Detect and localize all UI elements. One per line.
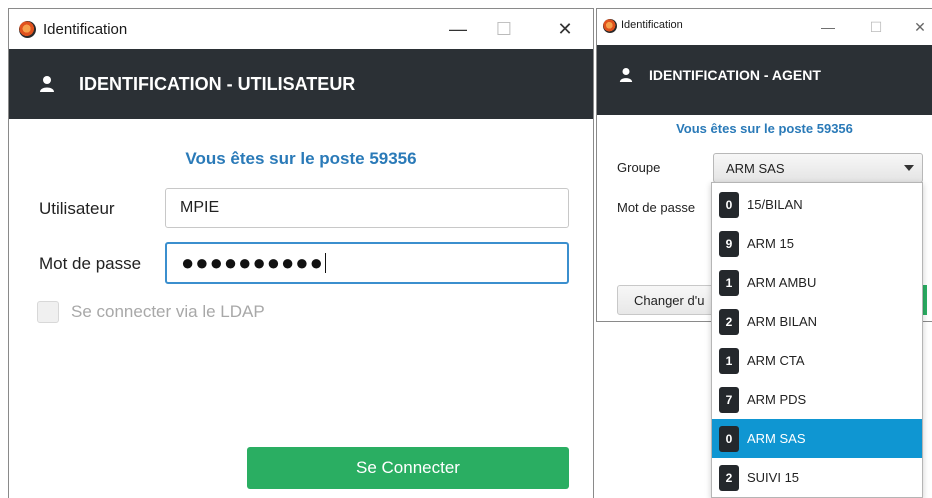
user-input-value: MPIE: [180, 199, 220, 216]
option-label: ARM CTA: [747, 353, 805, 368]
poste-info: Vous êtes sur le poste 59356: [185, 149, 417, 168]
dropdown-option-selected[interactable]: 0 ARM SAS: [712, 419, 922, 458]
header-title: IDENTIFICATION - UTILISATEUR: [79, 74, 356, 94]
ldap-checkbox[interactable]: [37, 301, 59, 323]
count-badge: 7: [719, 386, 739, 413]
app-logo-icon: [19, 21, 36, 38]
dropdown-option[interactable]: 1 ARM AMBU: [712, 263, 922, 302]
user-icon: [619, 68, 633, 82]
password-input[interactable]: ●●●●●●●●●●: [165, 242, 569, 284]
password-input-value: ●●●●●●●●●●: [181, 250, 324, 275]
maximize-button[interactable]: ☐: [859, 13, 893, 41]
title-bar: Identification — ☐ ✕: [9, 9, 593, 49]
header-bar: IDENTIFICATION - AGENT: [597, 45, 932, 115]
header-title: IDENTIFICATION - AGENT: [649, 67, 821, 83]
dropdown-option[interactable]: 2 ARM BILAN: [712, 302, 922, 341]
group-dropdown-list: 0 15/BILAN 9 ARM 15 1 ARM AMBU 2 ARM BIL…: [711, 182, 923, 498]
dropdown-option[interactable]: 2 SUIVI 15: [712, 458, 922, 497]
app-logo-icon: [603, 19, 617, 33]
user-icon: [40, 76, 54, 92]
user-input[interactable]: MPIE: [165, 188, 569, 228]
count-badge: 9: [719, 230, 739, 257]
window-title: Identification: [621, 19, 683, 31]
count-badge: 2: [719, 464, 739, 491]
option-label: SUIVI 15: [747, 470, 800, 485]
password-label: Mot de passe: [617, 200, 696, 215]
option-label: ARM PDS: [747, 392, 807, 407]
poste-info: Vous êtes sur le poste 59356: [676, 121, 853, 136]
close-button[interactable]: ✕: [542, 13, 588, 45]
password-label: Mot de passe: [39, 254, 142, 273]
option-label: ARM SAS: [747, 431, 806, 446]
connect-button[interactable]: Se Connecter: [247, 447, 569, 489]
dropdown-option[interactable]: 1 ARM CTA: [712, 341, 922, 380]
option-label: ARM AMBU: [747, 275, 817, 290]
count-badge: 0: [719, 191, 739, 218]
user-login-window: Identification — ☐ ✕ IDENTIFICATION - UT…: [8, 8, 594, 498]
count-badge: 2: [719, 308, 739, 335]
group-label: Groupe: [617, 160, 661, 175]
count-badge: 1: [719, 347, 739, 374]
dropdown-option[interactable]: 0 15/BILAN: [712, 185, 922, 224]
count-badge: 0: [719, 425, 739, 452]
option-label: ARM 15: [747, 236, 794, 251]
ldap-label: Se connecter via le LDAP: [71, 302, 265, 321]
dropdown-option[interactable]: 9 ARM 15: [712, 224, 922, 263]
minimize-button[interactable]: —: [435, 13, 481, 45]
option-label: ARM BILAN: [747, 314, 818, 329]
option-label: 15/BILAN: [747, 197, 803, 212]
dropdown-option[interactable]: 7 ARM PDS: [712, 380, 922, 419]
text-caret: [324, 253, 326, 273]
header-bar: IDENTIFICATION - UTILISATEUR: [9, 49, 593, 119]
title-bar: Identification — ☐ ✕: [597, 9, 932, 45]
window-title: Identification: [43, 21, 128, 38]
group-select-value: ARM SAS: [726, 160, 785, 176]
close-button[interactable]: ✕: [903, 13, 932, 41]
ldap-option[interactable]: Se connecter via le LDAP: [37, 301, 265, 323]
minimize-button[interactable]: —: [811, 13, 845, 41]
maximize-button[interactable]: ☐: [481, 13, 527, 45]
user-label: Utilisateur: [39, 199, 115, 218]
count-badge: 1: [719, 269, 739, 296]
group-select[interactable]: ARM SAS: [713, 153, 923, 183]
chevron-down-icon: [904, 165, 914, 171]
